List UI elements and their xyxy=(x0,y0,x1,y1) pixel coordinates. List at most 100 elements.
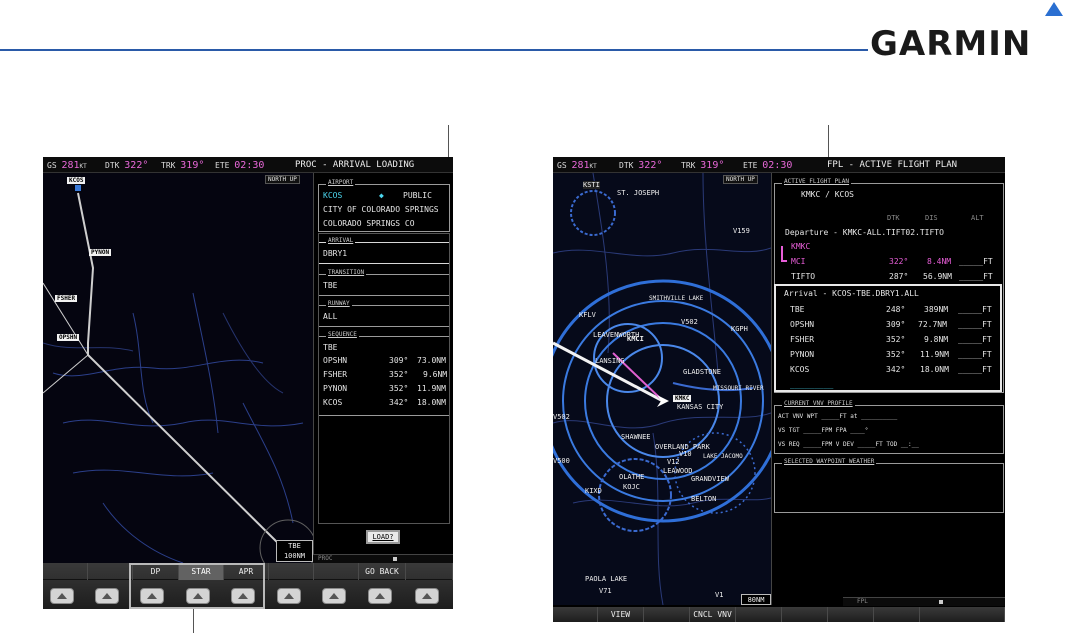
map-label-smithville: SMITHVILLE LAKE xyxy=(649,295,704,302)
softkey-bar: DP STAR APR GO BACK xyxy=(43,563,453,609)
vnv-line-2: VS TGT _____FPM FPA ____° xyxy=(778,427,869,434)
map-label-v1: V1 xyxy=(715,591,724,599)
softkey-9[interactable] xyxy=(920,607,1005,622)
map-label-lake: LAKE JACOMO xyxy=(703,453,743,460)
softkey-cncl-vnv[interactable]: CNCL VNV xyxy=(690,607,736,622)
airport-city: CITY OF COLORADO SPRINGS xyxy=(323,205,439,214)
arrival-row[interactable]: KCOS 342° 18.0NM _____FT xyxy=(776,365,1000,377)
page-title: FPL - ACTIVE FLIGHT PLAN xyxy=(827,160,958,170)
load-button[interactable]: LOAD? xyxy=(366,530,400,544)
map-label-grandview: GRANDVIEW xyxy=(691,475,729,483)
map-label-v71: V71 xyxy=(599,587,612,595)
status-footer: FPL xyxy=(843,597,1005,606)
fpl-dep-wpt[interactable]: TIFTO xyxy=(791,272,815,281)
fpl-dep-dtk: 322° xyxy=(889,257,909,266)
map-label-kmkc: KMKC xyxy=(673,395,692,402)
softkey-7[interactable] xyxy=(828,607,874,622)
map-label-kojc: KOJC xyxy=(623,483,640,491)
map-label-opshn: OPSHN xyxy=(57,334,80,341)
map-label-st-joseph: ST. JOSEPH xyxy=(617,189,660,197)
arrival-row[interactable]: PYNON 352° 11.9NM _____FT xyxy=(776,350,1000,362)
map-label-kmci: KMCI xyxy=(627,335,644,343)
arr-dtk: 248° xyxy=(886,305,906,314)
navigation-map[interactable]: KSTI ST. JOSEPH V159 KFLV LEAVENWORTH KM… xyxy=(553,173,771,605)
bezel-button-1[interactable] xyxy=(50,588,74,604)
softkey-view[interactable]: VIEW xyxy=(598,607,644,622)
map-label-belton: BELTON xyxy=(691,495,717,503)
weather-box-title: SELECTED WAYPOINT WEATHER xyxy=(782,458,877,465)
dtk-label: DTK xyxy=(619,161,634,170)
fpl-dep-dtk: 287° xyxy=(889,272,909,281)
softkey-2[interactable] xyxy=(88,563,133,580)
fpl-dep-alt[interactable]: _____FT xyxy=(959,272,993,281)
softkey-1[interactable] xyxy=(553,607,598,622)
orientation-label: NORTH UP xyxy=(723,175,758,184)
arrival-row[interactable]: FSHER 352° 9.8NM _____FT xyxy=(776,335,1000,347)
fpl-dep-wpt[interactable]: KMKC xyxy=(791,242,810,251)
airport-type: PUBLIC xyxy=(403,191,432,200)
arrival-blank-entry[interactable]: _________ xyxy=(790,380,833,389)
softkey-5[interactable] xyxy=(736,607,782,622)
gs-field: GS 281KT xyxy=(557,160,597,171)
arr-dtk: 342° xyxy=(886,365,906,374)
softkey-1[interactable] xyxy=(43,563,88,580)
bezel-button-8[interactable] xyxy=(368,588,392,604)
dtk-field: DTK 322° xyxy=(105,160,148,171)
range-waypoint: TBE xyxy=(288,542,301,550)
weather-box: SELECTED WAYPOINT WEATHER xyxy=(774,458,1004,513)
arr-dis: 389NM xyxy=(924,305,949,314)
map-label-leawood: LEAWOOD xyxy=(663,467,693,475)
softkey-go-back[interactable]: GO BACK xyxy=(359,563,406,580)
softkey-9[interactable] xyxy=(406,563,453,580)
arr-alt: _____FT xyxy=(958,320,992,329)
fpl-route: KMKC / KCOS xyxy=(801,190,854,199)
softkey-8[interactable] xyxy=(874,607,920,622)
fpl-dep-dis: 8.4NM xyxy=(927,257,952,266)
fpl-dep-alt[interactable]: _____FT xyxy=(959,257,993,266)
bezel-button-6[interactable] xyxy=(277,588,301,604)
map-label-shawnee: SHAWNEE xyxy=(621,433,651,441)
active-leg-arrow-icon xyxy=(781,246,787,262)
gs-label: GS xyxy=(47,161,57,170)
garmin-logo: GARMIN xyxy=(870,2,1078,64)
arr-wpt: TBE xyxy=(790,305,805,314)
softkey-6[interactable] xyxy=(782,607,828,622)
orientation-label: NORTH UP xyxy=(265,175,300,184)
status-bar: GS 281KT DTK 322° TRK 319° ETE 02:30 PRO… xyxy=(43,157,453,173)
arr-dtk: 309° xyxy=(886,320,906,329)
arr-dis: 72.7NM xyxy=(918,320,947,329)
airport-location: COLORADO SPRINGS CO xyxy=(323,219,415,228)
trk-field: TRK 319° xyxy=(161,160,204,171)
gs-value: 281 xyxy=(61,160,80,171)
airport-ident[interactable]: KCOS xyxy=(323,191,342,200)
map-label-pynon: PYNON xyxy=(89,249,112,256)
navigation-map[interactable]: KCOS PYNON FSHER OPSHN TBE 100NM xyxy=(43,173,313,563)
arrival-group: Arrival - KCOS-TBE.DBRY1.ALL TBE 248° 38… xyxy=(774,284,1002,392)
arrival-header: Arrival - KCOS-TBE.DBRY1.ALL xyxy=(784,289,919,298)
gs-unit: KT xyxy=(589,163,597,170)
bezel-button-9[interactable] xyxy=(415,588,439,604)
fpl-dep-wpt[interactable]: MCI xyxy=(791,257,805,266)
arrival-row[interactable]: OPSHN 309° 72.7NM _____FT xyxy=(776,320,1000,332)
softkey-3[interactable] xyxy=(644,607,690,622)
map-label-fsher: FSHER xyxy=(55,295,78,302)
airport-box-title: AIRPORT xyxy=(326,179,356,186)
trk-value: 319° xyxy=(180,160,205,171)
bezel-button-2[interactable] xyxy=(95,588,119,604)
map-label-missouri: MISSOURI RIVER xyxy=(713,385,764,392)
map-label-kansas-city: KANSAS CITY xyxy=(677,403,724,411)
bezel-button-7[interactable] xyxy=(322,588,346,604)
softkey-6[interactable] xyxy=(269,563,314,580)
arr-dis: 9.8NM xyxy=(924,335,949,344)
arrival-row[interactable]: TBE 248° 389NM _____FT xyxy=(776,305,1000,317)
map-label-v502-west: V502 xyxy=(553,413,570,421)
status-footer: PROC xyxy=(313,554,453,563)
right-display: GS 281KT DTK 322° TRK 319° ETE 02:30 FPL… xyxy=(553,157,1005,622)
logo-triangle-icon xyxy=(1045,2,1063,16)
softkey-7[interactable] xyxy=(314,563,359,580)
map-range-indicator: TBE 100NM xyxy=(276,540,313,562)
footer-page-indicator xyxy=(939,600,943,604)
vnv-box-title: CURRENT VNV PROFILE xyxy=(782,400,855,407)
vnv-box: CURRENT VNV PROFILE ACT VNV WPT _____FT … xyxy=(774,400,1004,454)
dtk-field: DTK 322° xyxy=(619,160,662,171)
